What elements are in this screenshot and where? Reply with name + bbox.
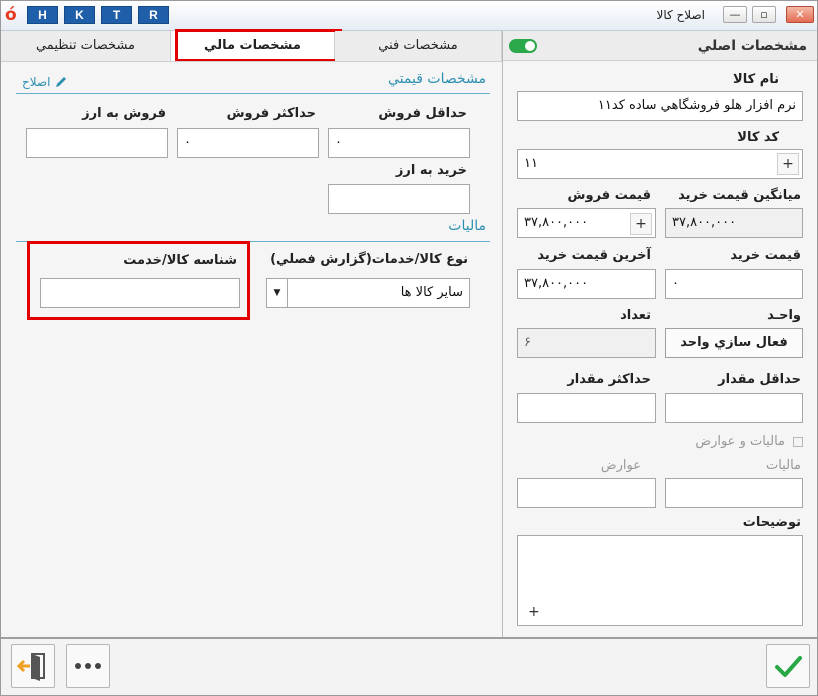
app-logo: ó (5, 5, 17, 25)
checkmark-icon (775, 656, 802, 677)
unit-label: واحـد (767, 308, 801, 323)
title-bar: ó H K T R اصلاح کالا — ▫ ✕ (1, 1, 817, 31)
price-specs-title: مشخصات قيمتي (388, 71, 486, 87)
product-type-label: نوع کالا/خدمات(گزارش فصلي) (270, 252, 468, 267)
description-textarea[interactable] (517, 535, 803, 626)
max-sell-field[interactable]: ۰ (177, 128, 319, 158)
count-field: ۶ (517, 328, 656, 358)
code-field[interactable]: ۱۱ (517, 149, 803, 179)
activate-unit-button[interactable]: فعال سازي واحد (665, 328, 803, 358)
name-label: نام کالا (733, 72, 779, 87)
name-field[interactable]: نرم افزار هلو فروشگاهي ساده کد۱۱ (517, 91, 803, 121)
hotkey-t-button[interactable]: T (101, 6, 132, 24)
sell-price-plus-button[interactable]: + (630, 213, 652, 235)
tab-settings-specs[interactable]: مشخصات تنظيمي (1, 31, 171, 61)
window-title: اصلاح کالا (656, 8, 705, 22)
currency-buy-field[interactable] (328, 184, 470, 214)
confirm-button[interactable] (766, 644, 810, 688)
count-label: تعداد (620, 308, 651, 323)
hotkey-k-button[interactable]: K (64, 6, 95, 24)
max-quantity-field[interactable] (517, 393, 656, 423)
more-options-button[interactable] (66, 644, 110, 688)
max-sell-label: حداکثر فروش (226, 106, 316, 121)
code-value: ۱۱ (524, 156, 538, 171)
product-id-label: شناسه کالا/خدمت (123, 253, 237, 268)
more-dots-icon (75, 663, 101, 669)
sell-price-value: ۳۷,۸۰۰,۰۰۰ (524, 215, 589, 230)
tax-section-title: ماليات (448, 218, 486, 234)
pencil-icon (56, 77, 67, 87)
minimize-button[interactable]: — (723, 6, 747, 23)
currency-sell-field[interactable] (26, 128, 168, 158)
tax-label: ماليات (765, 458, 801, 473)
tab-highlight (175, 29, 342, 62)
currency-buy-label: خريد به ارز (395, 163, 467, 178)
edit-product-window: ó H K T R اصلاح کالا — ▫ ✕ مشخصات تنظيمي… (0, 0, 818, 696)
product-type-value: ساير کالا ها (400, 285, 463, 300)
tax-field[interactable] (665, 478, 803, 508)
min-sell-label: حداقل فروش (378, 106, 467, 121)
hotkey-h-button[interactable]: H (27, 6, 58, 24)
hotkey-r-button[interactable]: R (138, 6, 169, 24)
code-plus-button[interactable]: + (777, 153, 799, 175)
main-specs-title: مشخصات اصلي (697, 38, 807, 54)
avg-buy-price-label: ميانگين قيمت خريد (678, 188, 801, 203)
close-button[interactable]: ✕ (786, 6, 814, 23)
sell-price-label: قيمت فروش (567, 188, 651, 203)
code-label: کد کالا (737, 130, 779, 145)
main-specs-toggle[interactable] (509, 39, 537, 53)
description-plus-icon[interactable]: + (528, 604, 540, 620)
buy-price-field[interactable]: ۰ (665, 269, 803, 299)
avg-buy-price-field: ۳۷,۸۰۰,۰۰۰ (665, 208, 803, 238)
edit-link[interactable]: اصلاح (22, 75, 68, 89)
chevron-down-icon[interactable]: ▼ (267, 279, 288, 307)
min-sell-field[interactable]: ۰ (328, 128, 470, 158)
exit-door-icon (16, 653, 45, 681)
bottom-bar (1, 639, 817, 695)
currency-sell-label: فروش به ارز (82, 106, 166, 121)
buy-price-label: قيمت خريد (730, 248, 801, 263)
maximize-button[interactable]: ▫ (752, 6, 776, 23)
tax-checkbox[interactable] (793, 437, 803, 447)
tax-checkbox-label: ماليات و عوارض (695, 434, 785, 449)
duty-label: عوارض (600, 458, 641, 473)
edit-link-label: اصلاح (22, 75, 51, 89)
description-label: توضيحات (742, 515, 801, 530)
min-quantity-label: حداقل مقدار (718, 372, 801, 387)
min-quantity-field[interactable] (665, 393, 803, 423)
max-quantity-label: حداکثر مقدار (567, 372, 651, 387)
exit-button[interactable] (11, 644, 55, 688)
duty-field[interactable] (517, 478, 656, 508)
last-buy-price-label: آخرين قيمت خريد (537, 248, 651, 263)
panel-divider (502, 31, 503, 637)
product-id-field[interactable] (40, 278, 240, 308)
product-type-select[interactable]: ▼ ساير کالا ها (266, 278, 470, 308)
tab-technical-specs[interactable]: مشخصات فني (335, 31, 502, 61)
last-buy-price-field[interactable]: ۳۷,۸۰۰,۰۰۰ (517, 269, 656, 299)
